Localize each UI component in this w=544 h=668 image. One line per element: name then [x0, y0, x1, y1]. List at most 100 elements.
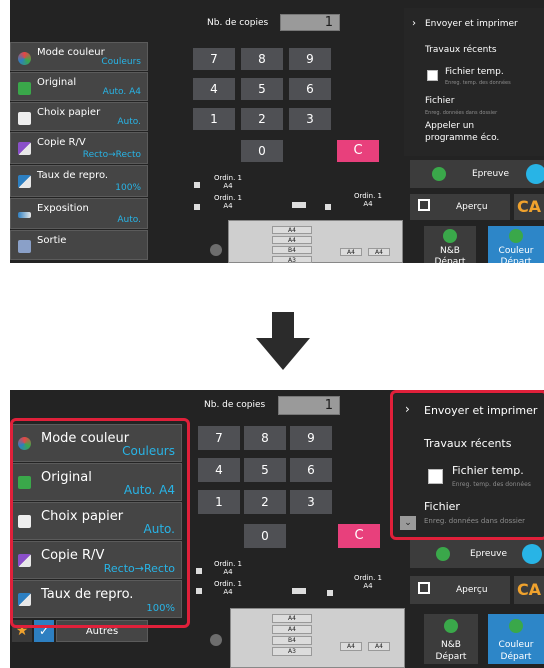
key-0[interactable]: 0: [241, 140, 283, 162]
doc-icon: [325, 204, 331, 210]
temp-file-checkbox[interactable]: [427, 70, 438, 81]
exposure-icon: [18, 212, 31, 218]
key-9[interactable]: 9: [289, 48, 331, 70]
choix-papier-label: Choix papier: [37, 107, 101, 118]
arrow-down-icon: [256, 312, 310, 370]
exposition-value: Auto.: [117, 215, 141, 225]
ca-button[interactable]: CA: [514, 194, 544, 220]
color-start-label-2: Départ: [500, 652, 532, 662]
copies-label: Nb. de copies: [204, 400, 266, 410]
copy-screen-after: Mode couleur Couleurs Original Auto. A4 …: [10, 390, 544, 668]
key-8[interactable]: 8: [241, 48, 283, 70]
bypass-tray-icon: [210, 244, 222, 256]
apercu-button[interactable]: Aperçu: [410, 576, 510, 604]
apercu-button[interactable]: Aperçu: [410, 194, 510, 220]
tray-label-top: Ordin. 1 A4: [214, 560, 242, 576]
machine-diagram: Ordin. 1 A4 Ordin. 1 A4 Ordin. 1 A4 A4 A4 B…: [190, 556, 405, 668]
ca-button[interactable]: CA: [514, 576, 544, 604]
bw-start-button[interactable]: N&B Départ: [424, 226, 476, 263]
tray-3: B4: [272, 246, 312, 254]
key-0[interactable]: 0: [244, 524, 286, 548]
start-icon: [509, 619, 523, 633]
highlight-left-panel: [10, 418, 190, 628]
original-label: Original: [37, 77, 77, 88]
key-4[interactable]: 4: [193, 78, 235, 100]
color-start-button[interactable]: Couleur Départ: [488, 614, 544, 664]
copie-rv-button[interactable]: Copie R/V Recto→Recto: [10, 132, 148, 164]
copies-input[interactable]: 1: [278, 396, 340, 415]
key-2[interactable]: 2: [244, 490, 286, 514]
mode-couleur-button[interactable]: Mode couleur Couleurs: [10, 42, 148, 71]
temp-file-label: Fichier temp.: [445, 67, 504, 77]
tray-2: A4: [272, 236, 312, 244]
key-2[interactable]: 2: [241, 108, 283, 130]
proof-icon: [432, 167, 446, 181]
taux-repro-label: Taux de repro.: [37, 170, 109, 181]
file-item[interactable]: Fichier: [425, 96, 454, 106]
key-7[interactable]: 7: [198, 426, 240, 450]
key-6[interactable]: 6: [289, 78, 331, 100]
doc-icon: [196, 588, 202, 594]
start-icon: [509, 229, 523, 243]
taux-repro-value: 100%: [115, 183, 141, 193]
color-mode-icon: [18, 52, 31, 65]
finisher-icon: [292, 202, 306, 208]
choix-papier-button[interactable]: Choix papier Auto.: [10, 102, 148, 131]
tray-3: B4: [272, 636, 312, 645]
doc-icon: [196, 568, 202, 574]
copier-body: [230, 608, 405, 668]
key-5[interactable]: 5: [241, 78, 283, 100]
tray-4: A3: [272, 256, 312, 263]
start-icon: [443, 229, 457, 243]
start-icon: [444, 619, 458, 633]
recent-jobs-item[interactable]: Travaux récents: [425, 45, 497, 55]
bw-start-button[interactable]: N&B Départ: [424, 614, 478, 664]
original-button[interactable]: Original Auto. A4: [10, 72, 148, 101]
key-1[interactable]: 1: [198, 490, 240, 514]
key-3[interactable]: 3: [290, 490, 332, 514]
epreuve-button[interactable]: Epreuve: [410, 540, 544, 568]
eco-program-item[interactable]: Appeler un programme éco.: [425, 120, 525, 144]
key-7[interactable]: 7: [193, 48, 235, 70]
paper-select-icon: [18, 112, 31, 125]
taux-repro-button[interactable]: Taux de repro. 100%: [10, 165, 148, 197]
choix-papier-value: Auto.: [117, 117, 141, 127]
sortie-label: Sortie: [37, 235, 67, 246]
copie-rv-value: Recto→Recto: [82, 150, 141, 160]
key-4[interactable]: 4: [198, 458, 240, 482]
duplex-icon: [18, 142, 31, 155]
tray-6: A4: [368, 248, 390, 256]
key-8[interactable]: 8: [244, 426, 286, 450]
doc-icon: [194, 182, 200, 188]
bw-start-label-2: Départ: [435, 652, 467, 662]
clear-button[interactable]: C: [337, 140, 379, 162]
color-start-button[interactable]: Couleur Départ: [488, 226, 544, 263]
epreuve-label: Epreuve: [472, 169, 510, 179]
epreuve-button[interactable]: Epreuve: [410, 160, 544, 188]
exposition-button[interactable]: Exposition Auto.: [10, 198, 148, 229]
send-print-item[interactable]: Envoyer et imprimer: [425, 19, 518, 29]
key-3[interactable]: 3: [289, 108, 331, 130]
proof-icon: [436, 547, 450, 561]
original-icon: [18, 82, 31, 95]
copy-screen-before: Mode couleur Couleurs Original Auto. A4 …: [10, 0, 544, 263]
key-5[interactable]: 5: [244, 458, 286, 482]
proof-color-icon: [522, 544, 542, 564]
output-icon: [18, 240, 31, 253]
key-1[interactable]: 1: [193, 108, 235, 130]
color-start-label-1: Couleur: [498, 640, 534, 650]
clear-button[interactable]: C: [338, 524, 380, 548]
preview-icon: [418, 582, 430, 594]
highlight-right-panel: [390, 390, 544, 540]
copies-input[interactable]: 1: [280, 14, 340, 31]
tray-4: A3: [272, 647, 312, 656]
tray-label-mid: Ordin. 1 A4: [214, 194, 242, 210]
apercu-label: Aperçu: [456, 585, 488, 595]
key-9[interactable]: 9: [290, 426, 332, 450]
doc-icon: [327, 590, 333, 596]
copie-rv-label: Copie R/V: [37, 137, 86, 148]
chevron-right-icon[interactable]: ›: [412, 18, 416, 29]
key-6[interactable]: 6: [290, 458, 332, 482]
sortie-button[interactable]: Sortie: [10, 230, 148, 260]
tray-5: A4: [340, 248, 362, 256]
